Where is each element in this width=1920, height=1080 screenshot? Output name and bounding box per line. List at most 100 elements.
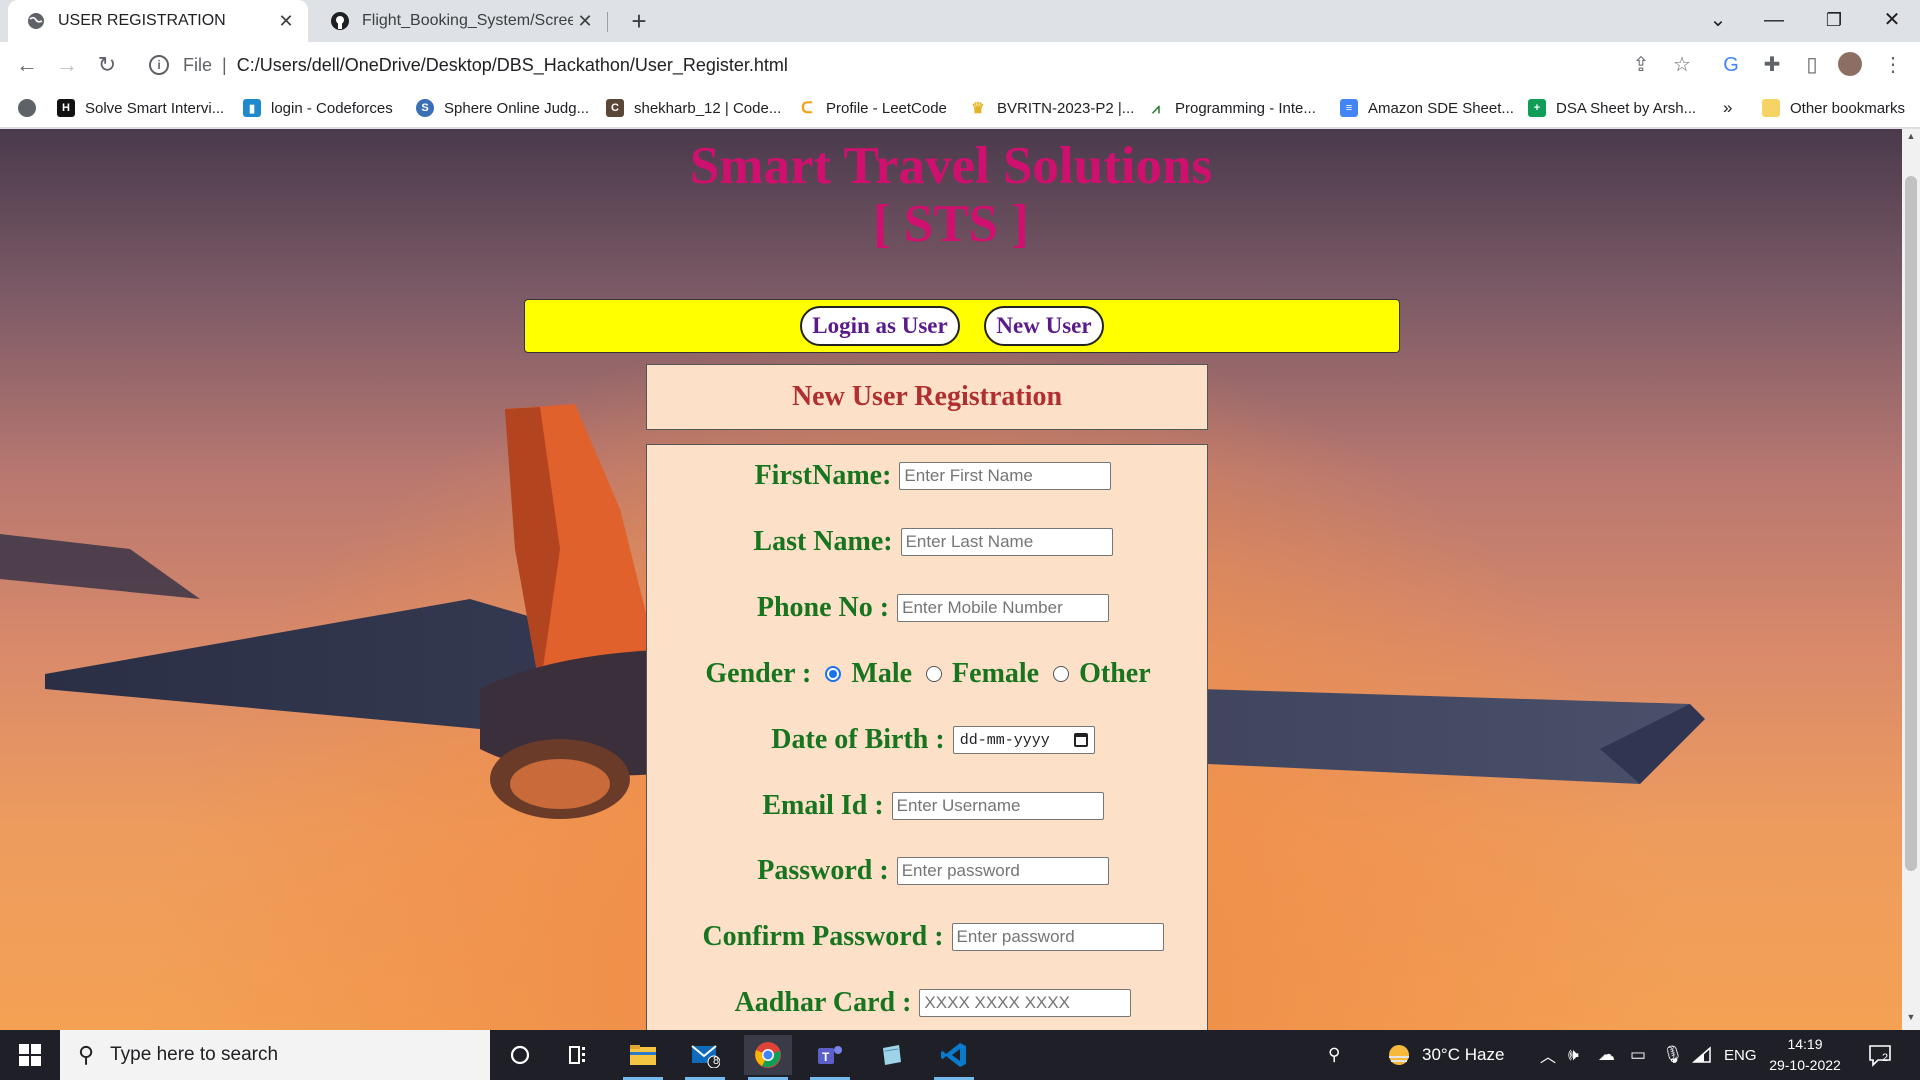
svg-text:T: T	[822, 1050, 830, 1064]
scrollbar-thumb[interactable]	[1905, 176, 1917, 871]
scroll-up-icon[interactable]: ▲	[1902, 131, 1920, 147]
gender-male-radio[interactable]	[825, 666, 842, 682]
language-indicator[interactable]: ENG	[1724, 1030, 1757, 1080]
bookmark-item[interactable]: ⩘ Programming - Inte...	[1147, 96, 1316, 120]
people-icon[interactable]: ⚲	[1328, 1030, 1340, 1080]
last-name-label: Last Name:	[753, 526, 893, 557]
confirm-password-input[interactable]	[951, 923, 1164, 951]
gender-female-radio[interactable]	[926, 666, 943, 682]
login-as-user-button[interactable]: Login as User	[800, 306, 960, 346]
show-hidden-icons-chevron-icon[interactable]: ︿	[1540, 1030, 1556, 1080]
microphone-icon[interactable]: 🎙	[1662, 1030, 1684, 1080]
dob-row: Date of Birth : dd-mm-yyyy	[652, 724, 1214, 756]
gender-other-radio[interactable]	[1053, 666, 1070, 682]
sheets-icon: +	[1528, 99, 1546, 117]
first-name-row: FirstName:	[652, 460, 1214, 492]
bookmark-item[interactable]: ♛ BVRITN-2023-P2 |...	[969, 96, 1134, 120]
password-label: Password :	[757, 855, 889, 886]
tab-github[interactable]: Flight_Booking_System/ScreenSh ✕	[312, 0, 607, 42]
close-tab-icon[interactable]: ✕	[573, 11, 597, 32]
bookmark-item[interactable]: C shekharb_12 | Code...	[606, 96, 781, 120]
tab-user-registration[interactable]: USER REGISTRATION ✕	[8, 0, 308, 42]
other-bookmarks-folder[interactable]: Other bookmarks	[1762, 96, 1905, 120]
menu-kebab-icon[interactable]: ⋮	[1880, 52, 1906, 78]
registration-heading: New User Registration	[646, 364, 1208, 430]
mail-icon[interactable]: 8	[681, 1035, 729, 1080]
github-icon	[330, 11, 350, 31]
last-name-input[interactable]	[900, 528, 1113, 556]
notepad-app-icon[interactable]	[868, 1035, 916, 1075]
scroll-down-icon[interactable]: ▼	[1902, 1012, 1920, 1028]
bookmark-item[interactable]: + DSA Sheet by Arsh...	[1528, 96, 1696, 120]
phone-input[interactable]	[897, 594, 1110, 622]
calendar-icon[interactable]	[1073, 733, 1088, 747]
page-viewport: Smart Travel Solutions [ STS ] Login as …	[0, 129, 1902, 1030]
bookmarks-overflow-button[interactable]: »	[1723, 96, 1732, 120]
teams-icon[interactable]: T	[806, 1035, 854, 1080]
top-nav-bar: Login as User New User	[524, 299, 1400, 353]
tab-search-chevron-icon[interactable]: ⌄	[1690, 0, 1746, 42]
translate-icon[interactable]: G	[1718, 52, 1744, 78]
password-input[interactable]	[896, 857, 1109, 885]
gender-row: Gender : Male Female Other	[647, 658, 1209, 690]
volume-icon[interactable]: 🕪	[1568, 1030, 1579, 1080]
leetcode-icon: ᑕ	[798, 99, 816, 117]
new-tab-button[interactable]: +	[624, 6, 654, 36]
tab-title: Flight_Booking_System/ScreenSh	[362, 12, 573, 29]
aadhar-input[interactable]	[919, 989, 1132, 1017]
system-clock[interactable]: 14:19 29-10-2022	[1760, 1034, 1850, 1076]
address-bar[interactable]: i File | C:/Users/dell/OneDrive/Desktop/…	[137, 47, 1697, 83]
docs-icon: ≡	[1340, 99, 1358, 117]
hackerrank-icon: H	[57, 99, 75, 117]
onedrive-cloud-icon[interactable]: ☁	[1598, 1030, 1615, 1080]
bookmark-item[interactable]: ▮ login - Codeforces	[243, 96, 393, 120]
phone-label: Phone No :	[756, 592, 890, 623]
minimize-button[interactable]: —	[1746, 0, 1802, 42]
bookmark-star-icon[interactable]: ☆	[1669, 52, 1695, 78]
bookmark-item[interactable]: ≡ Amazon SDE Sheet...	[1340, 96, 1514, 120]
back-button[interactable]: ←	[12, 50, 42, 80]
bookmark-item[interactable]: H Solve Smart Intervi...	[57, 96, 224, 120]
task-view-icon[interactable]	[556, 1035, 604, 1075]
taskbar-search-box[interactable]: ⚲ Type here to search	[60, 1030, 490, 1080]
windows-taskbar: ⚲ Type here to search 8 T ⚲ 30°C Haze ︿ …	[0, 1030, 1920, 1080]
display-icon[interactable]: ▭	[1630, 1030, 1646, 1080]
file-explorer-icon[interactable]	[619, 1035, 667, 1080]
info-icon[interactable]: i	[149, 55, 169, 75]
tab-separator	[607, 12, 608, 32]
gender-male-label: Male	[851, 658, 913, 689]
folder-icon	[1762, 99, 1780, 117]
cortana-icon[interactable]	[496, 1035, 544, 1075]
forward-button[interactable]: →	[52, 50, 82, 80]
bookmarks-bar: H Solve Smart Intervi... ▮ login - Codef…	[0, 88, 1920, 128]
extensions-icon[interactable]: ✚	[1759, 52, 1785, 78]
chrome-icon[interactable]	[744, 1035, 792, 1080]
bookmark-item[interactable]: ᑕ Profile - LeetCode	[798, 96, 947, 120]
start-button[interactable]	[0, 1030, 60, 1080]
restore-button[interactable]: ❐	[1806, 0, 1862, 42]
reload-button[interactable]: ↻	[92, 50, 122, 80]
share-icon[interactable]: ⇪	[1628, 52, 1654, 78]
close-tab-icon[interactable]: ✕	[274, 11, 298, 32]
new-user-button[interactable]: New User	[984, 306, 1104, 346]
vscode-icon[interactable]	[930, 1035, 978, 1080]
email-input[interactable]	[891, 792, 1104, 820]
apps-icon[interactable]	[18, 96, 46, 120]
email-label: Email Id :	[762, 790, 884, 821]
page-scrollbar[interactable]: ▲ ▼	[1902, 129, 1920, 1030]
email-row: Email Id :	[652, 790, 1214, 822]
dob-date-input[interactable]: dd-mm-yyyy	[952, 726, 1095, 754]
bookmark-item[interactable]: S Sphere Online Judg...	[416, 96, 589, 120]
notifications-icon[interactable]: 2	[1868, 1030, 1894, 1080]
first-name-input[interactable]	[899, 462, 1112, 490]
wifi-icon[interactable]	[1692, 1030, 1712, 1080]
side-panel-icon[interactable]: ▯	[1799, 52, 1825, 78]
profile-avatar[interactable]	[1838, 52, 1862, 76]
password-row: Password :	[652, 855, 1214, 887]
tab-title: USER REGISTRATION	[58, 12, 226, 29]
weather-widget[interactable]: 30°C Haze	[1386, 1030, 1504, 1080]
sun-haze-icon	[1389, 1045, 1409, 1065]
dob-label: Date of Birth :	[771, 724, 945, 755]
close-window-button[interactable]: ✕	[1864, 0, 1920, 42]
last-name-row: Last Name:	[652, 526, 1214, 558]
